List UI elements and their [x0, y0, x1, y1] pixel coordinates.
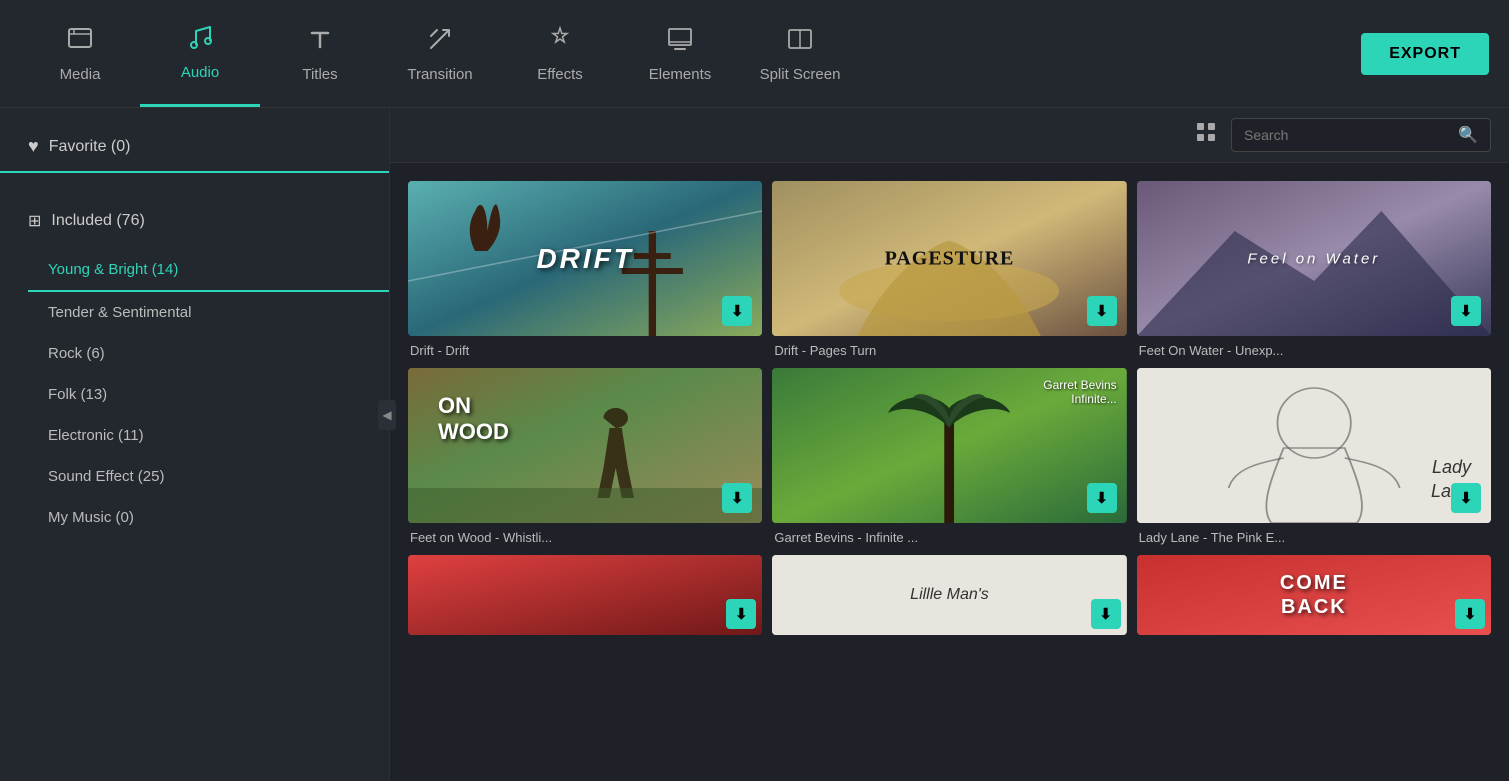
sidebar-collapse-tab[interactable]: ◀: [378, 400, 396, 430]
nav-titles-label: Titles: [302, 66, 337, 83]
nav-elements[interactable]: Elements: [620, 0, 740, 107]
thumb-text: Lillle Man's: [910, 586, 989, 604]
sidebar: ♥ Favorite (0) ⊞ Included (76) Young & B…: [0, 108, 390, 781]
thumb-text: COMEBACK: [1280, 571, 1348, 619]
sidebar-item-young-bright[interactable]: Young & Bright (14): [28, 249, 389, 292]
audio-icon: [186, 23, 214, 58]
thumb-text: Garret BevinsInfinite...: [1043, 378, 1116, 406]
category-label: Rock (6): [48, 345, 105, 362]
nav-audio[interactable]: Audio: [140, 0, 260, 107]
media-icon: [66, 25, 94, 60]
sidebar-item-rock[interactable]: Rock (6): [0, 333, 389, 374]
media-thumb: Feel on Water ⬇: [1137, 181, 1491, 336]
media-grid: DRIFT ⬇ Drift - Drift: [390, 163, 1509, 653]
media-label: Garret Bevins - Infinite ...: [772, 530, 1126, 545]
heart-icon: ♥: [28, 136, 39, 157]
media-thumb: PAGESTURE ⬇: [772, 181, 1126, 336]
media-thumb: DRIFT ⬇: [408, 181, 762, 336]
media-thumb: Lillle Man's ⬇: [772, 555, 1126, 635]
grid-view-icon[interactable]: [1195, 121, 1217, 149]
media-label: Lady Lane - The Pink E...: [1137, 530, 1491, 545]
search-icon[interactable]: 🔍: [1458, 125, 1478, 145]
included-label: Included (76): [51, 212, 144, 230]
sidebar-favorite[interactable]: ♥ Favorite (0): [0, 126, 389, 173]
media-card-feet-water[interactable]: Feel on Water ⬇ Feet On Water - Unexp...: [1137, 181, 1491, 358]
search-input[interactable]: [1244, 127, 1450, 143]
media-label: Drift - Pages Turn: [772, 343, 1126, 358]
download-badge[interactable]: ⬇: [1451, 296, 1481, 326]
top-nav: Media Audio Titles Transition: [0, 0, 1509, 108]
sidebar-item-my-music[interactable]: My Music (0): [0, 497, 389, 538]
nav-transition-label: Transition: [407, 66, 472, 83]
nav-elements-label: Elements: [649, 66, 712, 83]
nav-media[interactable]: Media: [20, 0, 140, 107]
thumb-text: ONWOOD: [438, 393, 509, 446]
category-label: My Music (0): [48, 509, 134, 526]
media-thumb: Garret BevinsInfinite... ⬇: [772, 368, 1126, 523]
content-toolbar: 🔍: [390, 108, 1509, 163]
nav-splitscreen[interactable]: Split Screen: [740, 0, 860, 107]
export-button[interactable]: EXPORT: [1361, 33, 1489, 75]
nav-media-label: Media: [60, 66, 101, 83]
search-box[interactable]: 🔍: [1231, 118, 1491, 152]
media-card-garret[interactable]: Garret BevinsInfinite... ⬇ Garret Bevins…: [772, 368, 1126, 545]
media-thumb: ⬇: [408, 555, 762, 635]
splitscreen-icon: [786, 25, 814, 60]
media-card-drift-pages[interactable]: PAGESTURE ⬇ Drift - Pages Turn: [772, 181, 1126, 358]
media-thumb: COMEBACK ⬇: [1137, 555, 1491, 635]
sidebar-item-electronic[interactable]: Electronic (11): [0, 415, 389, 456]
download-badge[interactable]: ⬇: [1455, 599, 1485, 629]
download-badge[interactable]: ⬇: [1091, 599, 1121, 629]
category-label: Folk (13): [48, 386, 107, 403]
media-card-row3c[interactable]: COMEBACK ⬇: [1137, 555, 1491, 635]
category-label: Young & Bright (14): [48, 261, 178, 278]
media-card-drift-drift[interactable]: DRIFT ⬇ Drift - Drift: [408, 181, 762, 358]
transition-icon: [426, 25, 454, 60]
grid-icon: ⊞: [28, 211, 41, 231]
download-badge[interactable]: ⬇: [722, 483, 752, 513]
media-label: Feet on Wood - Whistli...: [408, 530, 762, 545]
download-badge[interactable]: ⬇: [1087, 483, 1117, 513]
content-area: 🔍: [390, 108, 1509, 781]
media-thumb: ONWOOD ⬇: [408, 368, 762, 523]
media-label: Feet On Water - Unexp...: [1137, 343, 1491, 358]
nav-effects-label: Effects: [537, 66, 583, 83]
nav-effects[interactable]: Effects: [500, 0, 620, 107]
media-label: Drift - Drift: [408, 343, 762, 358]
main-layout: ♥ Favorite (0) ⊞ Included (76) Young & B…: [0, 108, 1509, 781]
sidebar-included[interactable]: ⊞ Included (76): [0, 203, 389, 239]
download-badge[interactable]: ⬇: [726, 599, 756, 629]
media-card-row3a[interactable]: ⬇: [408, 555, 762, 635]
nav-titles[interactable]: Titles: [260, 0, 380, 107]
media-thumb: LadyLane ⬇: [1137, 368, 1491, 523]
nav-splitscreen-label: Split Screen: [760, 66, 841, 83]
titles-icon: [306, 25, 334, 60]
category-label: Electronic (11): [48, 427, 144, 444]
favorite-label: Favorite (0): [49, 138, 131, 156]
media-card-lady-lane[interactable]: LadyLane ⬇ Lady Lane - The Pink E...: [1137, 368, 1491, 545]
media-card-row3b[interactable]: Lillle Man's ⬇: [772, 555, 1126, 635]
download-badge[interactable]: ⬇: [1451, 483, 1481, 513]
download-badge[interactable]: ⬇: [1087, 296, 1117, 326]
sidebar-item-folk[interactable]: Folk (13): [0, 374, 389, 415]
nav-audio-label: Audio: [181, 64, 219, 81]
media-card-feet-wood[interactable]: ONWOOD ⬇ Feet on Wood - Whistli...: [408, 368, 762, 545]
download-badge[interactable]: ⬇: [722, 296, 752, 326]
sidebar-item-tender[interactable]: Tender & Sentimental: [0, 292, 389, 333]
effects-icon: [546, 25, 574, 60]
category-label: Sound Effect (25): [48, 468, 164, 485]
elements-icon: [666, 25, 694, 60]
sidebar-item-sound-effect[interactable]: Sound Effect (25): [0, 456, 389, 497]
category-label: Tender & Sentimental: [48, 304, 191, 321]
nav-transition[interactable]: Transition: [380, 0, 500, 107]
